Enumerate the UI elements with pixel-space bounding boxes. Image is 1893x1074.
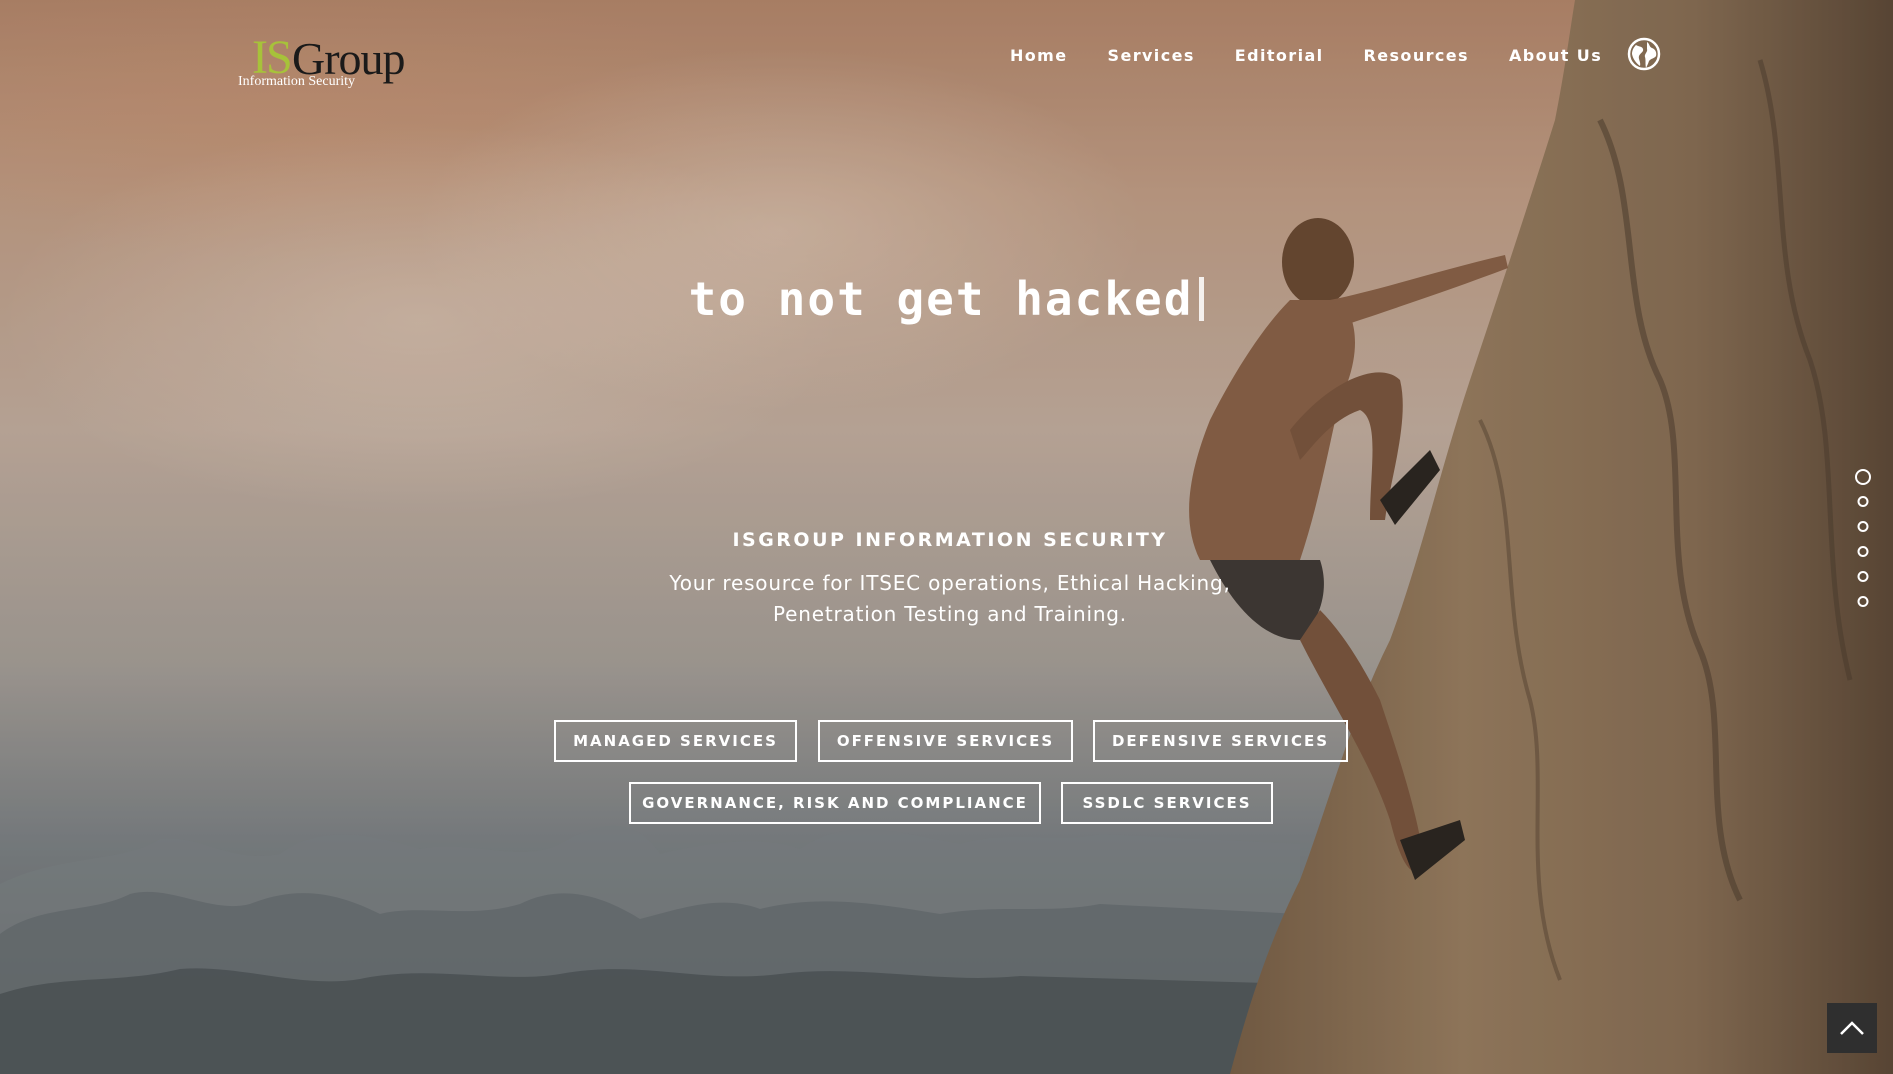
typed-text: to not get hacked: [688, 272, 1194, 326]
section-dot-3[interactable]: [1857, 521, 1869, 532]
chevron-up-icon: [1840, 1021, 1864, 1035]
tagline-line-1: Your resource for ITSEC operations, Ethi…: [669, 571, 1231, 595]
section-dot-4[interactable]: [1857, 546, 1869, 557]
typing-cursor: [1199, 277, 1205, 321]
nav-home[interactable]: Home: [1010, 45, 1068, 67]
typed-headline: to not get hacked: [0, 272, 1893, 326]
nav-services[interactable]: Services: [1108, 45, 1195, 67]
section-dot-2[interactable]: [1857, 496, 1869, 507]
main-nav: Home Services Editorial Resources About …: [1010, 45, 1642, 67]
logo-subtitle: Information Security: [238, 74, 356, 89]
ssdlc-services-button[interactable]: SSDLC SERVICES: [1061, 782, 1273, 824]
hero-eyebrow: ISGROUP INFORMATION SECURITY: [732, 529, 1168, 551]
nav-about-us[interactable]: About Us: [1509, 45, 1602, 67]
defensive-services-button[interactable]: DEFENSIVE SERVICES: [1093, 720, 1348, 762]
back-to-top-button[interactable]: [1827, 1003, 1877, 1053]
section-dot-5[interactable]: [1857, 571, 1869, 582]
globe-icon[interactable]: [1627, 37, 1661, 71]
nav-editorial[interactable]: Editorial: [1235, 45, 1324, 67]
offensive-services-button[interactable]: OFFENSIVE SERVICES: [818, 720, 1073, 762]
section-dot-1[interactable]: [1855, 469, 1871, 485]
managed-services-button[interactable]: MANAGED SERVICES: [554, 720, 797, 762]
section-dot-6[interactable]: [1857, 596, 1869, 607]
hero-tagline: Your resource for ITSEC operations, Ethi…: [650, 568, 1250, 630]
tagline-line-2: Penetration Testing and Training.: [773, 602, 1127, 626]
nav-resources[interactable]: Resources: [1364, 45, 1469, 67]
grc-services-button[interactable]: GOVERNANCE, RISK AND COMPLIANCE: [629, 782, 1041, 824]
site-logo[interactable]: IS Group Information Security: [238, 34, 408, 94]
